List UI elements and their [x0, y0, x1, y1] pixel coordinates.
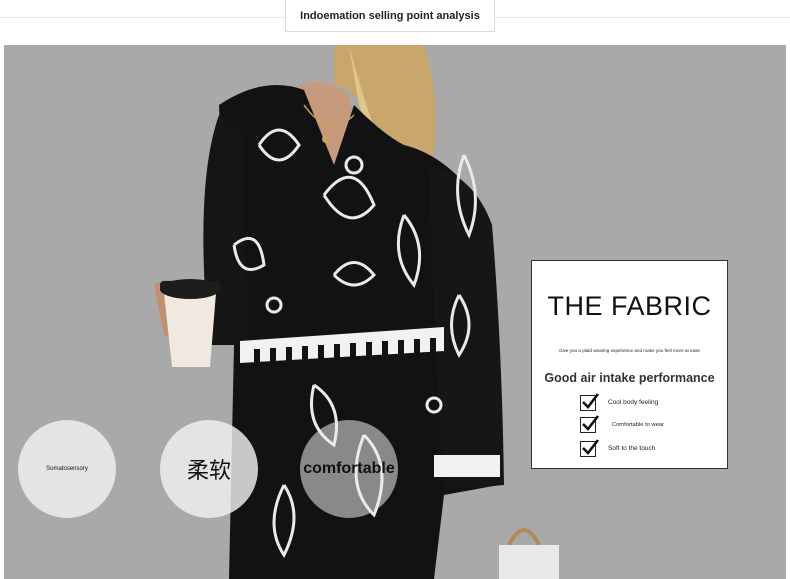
fabric-card-title: THE FABRIC — [547, 291, 712, 321]
feature-item-comfortable: Comfortable to wear — [580, 415, 668, 433]
checkbox-checked-icon — [580, 393, 600, 411]
checkbox-checked-icon — [580, 415, 600, 433]
feature-label: Cool body feeling — [608, 399, 659, 406]
feature-item-cool: Cool body feeling — [580, 393, 659, 411]
feature-label: Soft to the touch — [608, 445, 656, 452]
page-title: Indoemation selling point analysis — [285, 0, 495, 32]
checkbox-checked-icon — [580, 439, 600, 457]
fabric-card-subtitle: Good air intake performance — [544, 371, 715, 385]
fabric-card-tagline: Give you a plaid wearing experience and … — [559, 348, 700, 353]
feature-circle-comfortable: comfortable — [300, 420, 398, 518]
feature-circle-soft: 柔软 — [160, 420, 258, 518]
feature-label: Comfortable to wear — [611, 422, 665, 428]
feature-item-soft: Soft to the touch — [580, 439, 656, 457]
fabric-card: THE FABRIC Give you a plaid wearing expe… — [531, 260, 728, 469]
feature-circle-somatosensory: Somatosensory — [18, 420, 116, 518]
feature-circle-label: comfortable — [303, 460, 395, 477]
feature-circle-label: Somatosensory — [46, 466, 88, 472]
feature-circle-label: 柔软 — [186, 458, 231, 483]
